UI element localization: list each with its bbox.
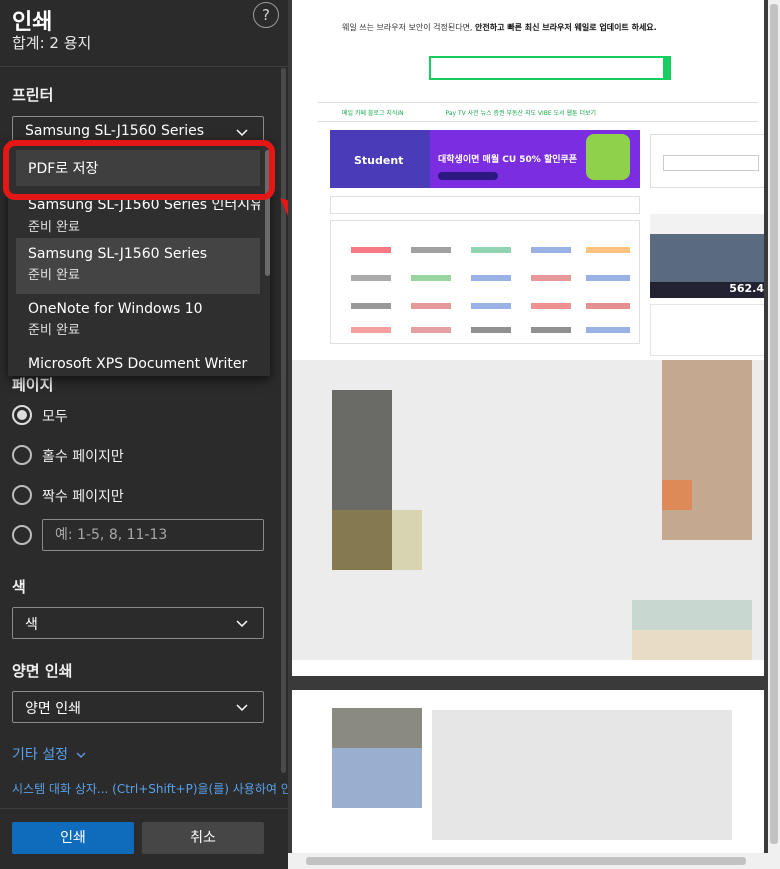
press-logo xyxy=(411,327,451,333)
press-logo xyxy=(586,327,630,333)
printer-status: 준비 완료 xyxy=(28,268,80,283)
chevron-down-icon xyxy=(236,704,248,712)
print-preview: 웨일 쓰는 브라우저 보안이 걱정된다면, 안전하고 빠른 최신 브라우저 웨일… xyxy=(288,0,780,869)
ad-pill xyxy=(438,172,498,180)
more-settings-link[interactable]: 기타 설정 xyxy=(12,744,86,764)
ad-banner: Student 대학생이면 매월 CU 50% 할인쿠폰 xyxy=(330,130,640,188)
divider xyxy=(0,66,288,67)
preview-page-2 xyxy=(292,690,764,869)
ad-student: Student xyxy=(330,130,430,188)
blur-block xyxy=(662,480,692,510)
nav-right: Pay TV 사전 뉴스 증권 부동산 지도 VIBE 도서 웹툰 더보기 xyxy=(445,110,597,117)
press-logo xyxy=(586,275,630,281)
press-logo xyxy=(471,275,511,281)
blur-block xyxy=(332,708,422,748)
press-logo xyxy=(351,303,391,309)
radio-button[interactable] xyxy=(12,485,32,505)
radio-label: 모두 xyxy=(42,409,68,425)
pages-label: 페이지 xyxy=(12,376,54,394)
press-logo xyxy=(586,303,630,309)
press-logo xyxy=(531,275,571,281)
print-button[interactable]: 인쇄 xyxy=(12,822,134,854)
side-ad-caption xyxy=(650,214,764,234)
printer-option[interactable]: OneNote for Windows 10 준비 완료 xyxy=(16,293,260,349)
update-banner: 웨일 쓰는 브라우저 보안이 걱정된다면, 안전하고 빠른 최신 브라우저 웨일… xyxy=(342,22,657,33)
side-ad: 562.4 xyxy=(650,214,764,298)
page-range-input[interactable] xyxy=(42,519,264,551)
divider xyxy=(0,808,288,809)
print-panel: 인쇄 합계: 2 용지 ? 프린터 Samsung SL-J1560 Serie… xyxy=(0,0,288,869)
highlight-box xyxy=(3,140,275,200)
preview-page-1: 웨일 쓰는 브라우저 보안이 걱정된다면, 안전하고 빠른 최신 브라우저 웨일… xyxy=(292,0,764,676)
color-label: 색 xyxy=(12,578,26,596)
printer-name: Samsung SL-J1560 Series xyxy=(28,246,208,262)
blur-block xyxy=(432,710,732,840)
press-logo xyxy=(531,303,571,309)
banner-plain: 웨일 쓰는 브라우저 보안이 걱정된다면, xyxy=(342,23,476,32)
news-header xyxy=(330,196,640,214)
printer-status: 준비 완료 xyxy=(28,220,80,235)
blurred-area xyxy=(292,360,764,660)
printer-label: 프린터 xyxy=(12,86,54,104)
blur-block xyxy=(632,630,752,660)
press-logo xyxy=(351,247,391,253)
ad-text: 대학생이면 매월 CU 50% 할인쿠폰 xyxy=(438,155,578,165)
radio-label: 짝수 페이지만 xyxy=(42,489,124,505)
duplex-select[interactable]: 양면 인쇄 xyxy=(12,691,264,723)
cancel-button[interactable]: 취소 xyxy=(142,822,264,854)
search-box xyxy=(429,56,671,80)
press-logo xyxy=(471,327,511,333)
sheet-total: 합계: 2 용지 xyxy=(12,34,92,52)
service-nav: 메일 카페 블로그 지식iN Pay TV 사전 뉴스 증권 부동산 지도 VI… xyxy=(318,102,758,122)
panel-scrollbar[interactable] xyxy=(281,68,286,773)
blur-block xyxy=(392,510,422,570)
printer-name: OneNote for Windows 10 xyxy=(28,301,203,317)
duplex-select-value: 양면 인쇄 xyxy=(25,701,81,717)
press-logo xyxy=(411,303,451,309)
press-logo xyxy=(471,247,511,253)
press-logo xyxy=(471,303,511,309)
nav-left: 메일 카페 블로그 지식iN xyxy=(342,110,404,117)
press-logo xyxy=(411,275,451,281)
ad-graphic xyxy=(586,134,630,180)
login-box xyxy=(650,134,764,188)
blur-block xyxy=(332,510,392,570)
side-ad-price: 562.4 xyxy=(650,282,764,298)
preview-vscrollbar[interactable] xyxy=(768,0,780,869)
press-logo xyxy=(531,327,571,333)
radio-button[interactable] xyxy=(12,405,32,425)
printer-select-value: Samsung SL-J1560 Series xyxy=(25,123,205,139)
radio-button[interactable] xyxy=(12,445,32,465)
system-dialog-link[interactable]: 시스템 대화 상자... (Ctrl+Shift+P)을(를) 사용하여 인 xyxy=(12,780,288,797)
preview-hscrollbar[interactable] xyxy=(288,853,780,869)
printer-option[interactable]: Microsoft XPS Document Writer xyxy=(16,348,260,376)
printer-name: Microsoft XPS Document Writer xyxy=(28,356,248,372)
radio-label: 홀수 페이지만 xyxy=(42,449,124,465)
color-select-value: 색 xyxy=(25,617,38,633)
side-box xyxy=(650,304,764,356)
color-select[interactable]: 색 xyxy=(12,607,264,639)
radio-button[interactable] xyxy=(12,525,32,545)
press-grid xyxy=(330,220,640,344)
press-logo xyxy=(351,327,391,333)
press-logo xyxy=(586,247,630,253)
chevron-down-icon xyxy=(76,752,86,758)
duplex-label: 양면 인쇄 xyxy=(12,662,73,680)
login-button xyxy=(663,155,759,171)
printer-status: 준비 완료 xyxy=(28,323,80,338)
help-button[interactable]: ? xyxy=(253,2,279,28)
press-logo xyxy=(411,247,451,253)
press-logo xyxy=(531,247,571,253)
chevron-down-icon xyxy=(236,129,248,137)
printer-option[interactable]: Samsung SL-J1560 Series 준비 완료 xyxy=(16,238,260,294)
more-settings-label: 기타 설정 xyxy=(12,747,68,763)
scroll-thumb[interactable] xyxy=(770,4,778,844)
blur-block xyxy=(662,360,752,540)
chevron-down-icon xyxy=(236,620,248,628)
scroll-thumb[interactable] xyxy=(306,857,746,865)
banner-bold: 안전하고 빠른 최신 브라우저 웨일로 업데이트 하세요. xyxy=(475,23,657,32)
press-logo xyxy=(351,275,391,281)
blur-block xyxy=(332,748,422,808)
blur-block xyxy=(632,600,752,630)
